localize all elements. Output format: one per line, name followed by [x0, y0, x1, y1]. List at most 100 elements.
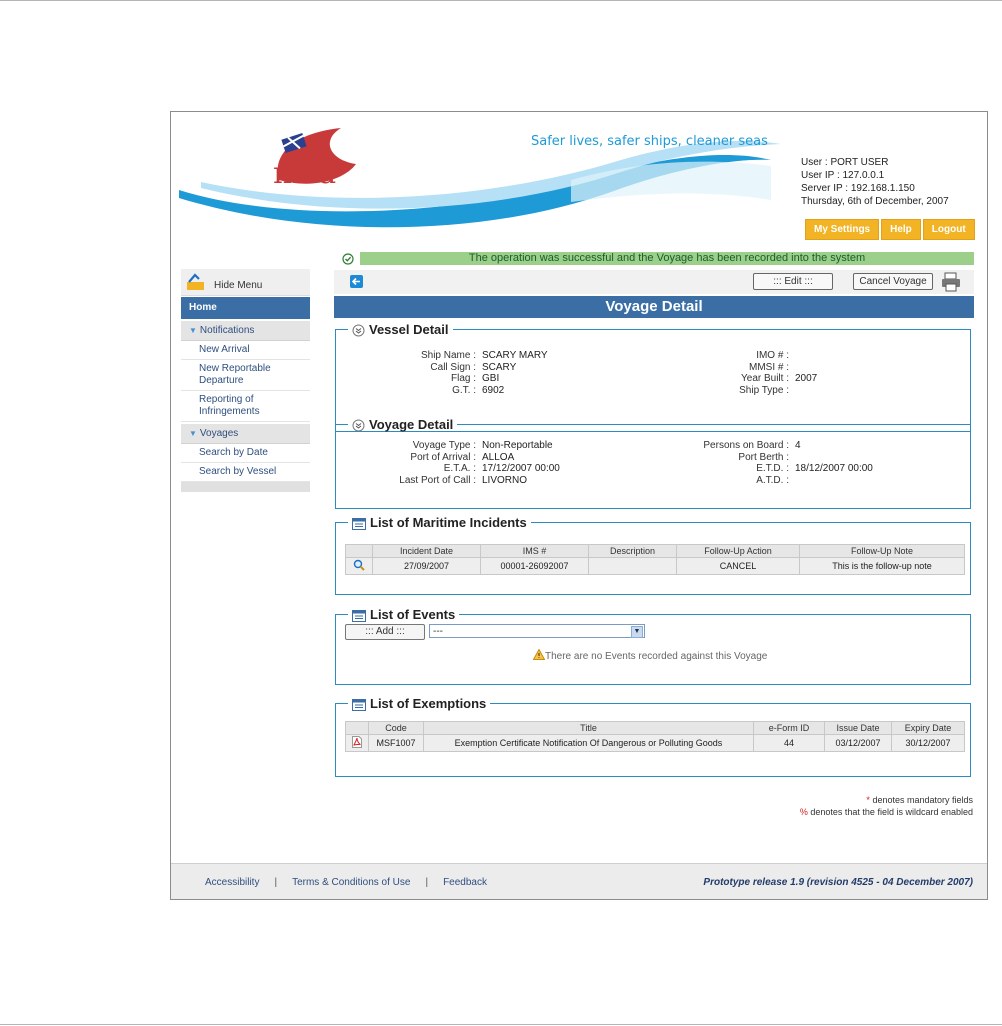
field-mmsi: MMSI # :: [696, 362, 817, 374]
view-cell[interactable]: [345, 557, 373, 575]
arrow-left-icon: [351, 277, 360, 286]
user-ip: User IP : 127.0.0.1: [801, 170, 885, 181]
nav-home[interactable]: Home: [181, 297, 310, 319]
select-value: ---: [433, 626, 443, 637]
exemptions-panel: List of Exemptions Code Title e-Form ID …: [335, 696, 971, 777]
column-header[interactable]: e-Form ID: [753, 721, 825, 735]
back-button[interactable]: [350, 275, 363, 288]
field-persons-on-board: Persons on Board : 4: [656, 440, 873, 452]
column-header[interactable]: Follow-Up Action: [676, 544, 800, 558]
field-call-sign: Call Sign : SCARY: [356, 362, 548, 374]
server-ip: Server IP : 192.168.1.150: [801, 183, 915, 194]
vessel-detail-title: Vessel Detail: [369, 322, 449, 337]
nav-section-notifications[interactable]: ▼ Notifications: [181, 321, 310, 341]
footer-links: Accessibility | Terms & Conditions of Use |…: [205, 877, 487, 888]
vessel-right-fields: IMO # : MMSI # : Year Built : 2007 Ship T…: [696, 350, 817, 396]
release-info: Prototype release 1.9 (revision 4525 - 0…: [703, 877, 973, 888]
field-label: E.T.D. :: [756, 463, 789, 474]
field-last-port-of-call: Last Port of Call : LIVORNO: [356, 475, 560, 487]
nav-item-new-reportable-departure[interactable]: New Reportable Departure: [181, 360, 310, 391]
printer-icon[interactable]: [940, 271, 962, 293]
user-info: User : PORT USER User IP : 127.0.0.1 Ser…: [801, 156, 949, 208]
events-title: List of Events: [370, 607, 456, 622]
chevron-down-icon[interactable]: ▼: [631, 626, 643, 638]
sidebar: Hide Menu Home ▼ Notifications New Arriva…: [181, 269, 310, 492]
table-cell: [588, 557, 677, 575]
field-etd: E.T.D. : 18/12/2007 00:00: [656, 463, 873, 475]
percent-icon: %: [799, 807, 808, 817]
table-header-row: Incident Date IMS # Description Follow-U…: [345, 544, 965, 558]
collapse-icon[interactable]: [352, 324, 365, 337]
event-type-select[interactable]: --- ▼: [429, 624, 645, 638]
nav-item-new-arrival[interactable]: New Arrival: [181, 341, 310, 360]
column-header[interactable]: Issue Date: [824, 721, 892, 735]
terms-link[interactable]: Terms & Conditions of Use: [292, 877, 410, 888]
nav-item-search-by-date[interactable]: Search by Date: [181, 444, 310, 463]
field-year-built: Year Built : 2007: [696, 373, 817, 385]
my-settings-button[interactable]: My Settings: [805, 219, 880, 240]
voyage-detail-panel: Voyage Detail Voyage Type : Non-Reportabl…: [335, 417, 971, 509]
column-header[interactable]: Description: [588, 544, 677, 558]
nav-footer: [181, 482, 310, 492]
field-label: Year Built :: [741, 373, 789, 384]
field-value: ALLOA: [482, 451, 515, 463]
field-label: Ship Name :: [420, 350, 476, 361]
collapse-icon[interactable]: [352, 419, 365, 432]
page-title: Voyage Detail: [334, 296, 974, 318]
pdf-cell[interactable]: [345, 734, 369, 752]
pdf-icon[interactable]: [352, 736, 362, 748]
column-header[interactable]: IMS #: [480, 544, 589, 558]
accessibility-link[interactable]: Accessibility: [205, 877, 259, 888]
nav-section-label: Notifications: [199, 325, 255, 336]
cancel-voyage-button[interactable]: Cancel Voyage: [853, 273, 933, 290]
edit-button[interactable]: ::: Edit :::: [753, 273, 833, 290]
field-value: GBI: [482, 373, 500, 384]
field-value: 17/12/2007 00:00: [482, 463, 560, 474]
current-date: Thursday, 6th of December, 2007: [801, 196, 949, 207]
field-label: IMO # :: [756, 350, 789, 361]
voyage-left-fields: Voyage Type : Non-Reportable Port of Arri…: [356, 440, 560, 486]
nav-item-reporting-of-infringements[interactable]: Reporting of Infringements: [181, 391, 310, 422]
maritime-incidents-panel: List of Maritime Incidents Incident Date…: [335, 515, 971, 595]
logout-button[interactable]: Logout: [922, 219, 975, 240]
field-label: Last Port of Call :: [399, 474, 476, 486]
add-event-button[interactable]: ::: Add :::: [345, 624, 425, 640]
magnifier-icon[interactable]: [353, 559, 365, 571]
table-cell: Exemption Certificate Notification Of Da…: [423, 734, 754, 752]
field-ship-name: Ship Name : SCARY MARY: [356, 350, 548, 362]
table-cell: MSF1007: [368, 734, 424, 752]
exemptions-table: Code Title e-Form ID Issue Date Expiry D…: [345, 721, 965, 752]
separator: |: [274, 877, 278, 888]
field-legend-notes: * denotes mandatory fields % denotes tha…: [800, 794, 973, 818]
incidents-title: List of Maritime Incidents: [370, 515, 527, 530]
user-name: User : PORT USER: [801, 157, 889, 168]
nav-item-search-by-vessel[interactable]: Search by Vessel: [181, 463, 310, 482]
nav-section-voyages[interactable]: ▼ Voyages: [181, 424, 310, 444]
success-text: The operation was successful and the Voy…: [360, 252, 974, 265]
events-legend: List of Events: [348, 607, 459, 622]
chevron-down-icon: ▼: [189, 326, 197, 335]
field-value: Non-Reportable: [482, 440, 553, 451]
success-message: The operation was successful and the Voy…: [334, 252, 974, 266]
table-cell: 03/12/2007: [824, 734, 892, 752]
voyage-right-fields: Persons on Board : 4 Port Berth : E.T.D. …: [656, 440, 873, 486]
column-header[interactable]: Expiry Date: [891, 721, 965, 735]
feedback-link[interactable]: Feedback: [443, 877, 487, 888]
column-header[interactable]: Code: [368, 721, 424, 735]
asterisk-icon: *: [866, 795, 870, 805]
field-imo: IMO # :: [696, 350, 817, 362]
app-frame: mca Safer lives, safer ships, cleaner se…: [170, 111, 988, 900]
field-ship-type: Ship Type :: [696, 385, 817, 397]
no-events-text: There are no Events recorded against thi…: [545, 651, 768, 662]
field-label: Flag :: [450, 373, 476, 384]
table-row[interactable]: MSF1007 Exemption Certificate Notificati…: [345, 734, 965, 752]
help-button[interactable]: Help: [881, 219, 921, 240]
hide-menu-button[interactable]: Hide Menu: [181, 269, 310, 296]
column-header[interactable]: Follow-Up Note: [799, 544, 965, 558]
field-value: SCARY: [482, 361, 517, 373]
table-row[interactable]: 27/09/2007 00001-26092007 CANCEL This is…: [345, 557, 965, 575]
column-header[interactable]: Incident Date: [372, 544, 481, 558]
column-header[interactable]: Title: [423, 721, 754, 735]
events-panel: List of Events ::: Add ::: --- ▼ There a…: [335, 607, 971, 685]
incidents-legend: List of Maritime Incidents: [348, 515, 531, 530]
